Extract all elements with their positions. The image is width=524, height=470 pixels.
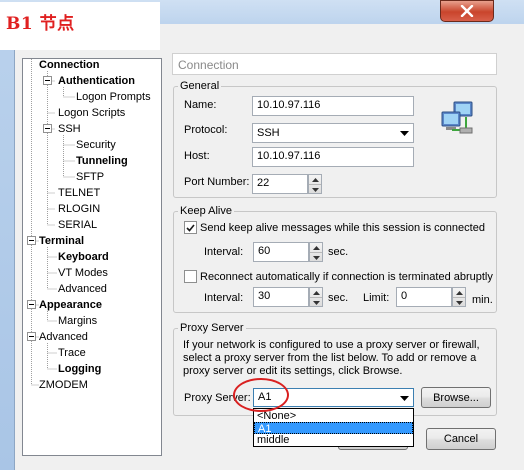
tree-item-keyboard[interactable]: Keyboard xyxy=(58,250,109,264)
tree-item-serial[interactable]: SERIAL xyxy=(58,218,97,232)
interval-spinner[interactable] xyxy=(309,242,323,262)
reconnect-interval-spinner[interactable] xyxy=(309,287,323,307)
tree-item-terminal[interactable]: Terminal xyxy=(39,234,84,248)
close-icon xyxy=(460,5,474,17)
tree-item-logging[interactable]: Logging xyxy=(58,362,101,376)
port-field[interactable]: 22 xyxy=(252,174,308,194)
interval-field[interactable]: 60 xyxy=(253,242,309,262)
tree-item-authentication[interactable]: Authentication xyxy=(58,74,135,88)
general-legend: General xyxy=(180,80,220,92)
tree-item-advanced[interactable]: Advanced xyxy=(39,330,88,344)
tree-item-tunneling[interactable]: Tunneling xyxy=(76,154,128,168)
spin-down-icon[interactable] xyxy=(310,253,322,262)
dropdown-option-none[interactable]: <None> xyxy=(254,410,413,422)
tree-item-ssh[interactable]: SSH xyxy=(58,122,81,136)
chevron-down-icon[interactable] xyxy=(397,390,412,406)
category-tree[interactable]: Connection Authentication Logon Prompts … xyxy=(22,58,162,456)
panel-title: Connection xyxy=(172,53,497,75)
reconnect-label: Reconnect automatically if connection is… xyxy=(200,271,493,283)
interval-label: Interval: xyxy=(204,246,244,258)
protocol-label: Protocol: xyxy=(184,124,228,136)
tree-item-logon-prompts[interactable]: Logon Prompts xyxy=(76,90,151,104)
tree-item-margins[interactable]: Margins xyxy=(58,314,97,328)
spin-down-icon[interactable] xyxy=(309,185,321,194)
send-keepalive-checkbox[interactable] xyxy=(184,221,197,234)
window-close-button[interactable] xyxy=(440,0,494,22)
tree-item-terminal-advanced[interactable]: Advanced xyxy=(58,282,107,296)
send-keepalive-label: Send keep alive messages while this sess… xyxy=(200,222,485,234)
host-label: Host: xyxy=(184,150,210,162)
dropdown-option-a1[interactable]: A1 xyxy=(254,422,413,435)
proxy-dropdown-list[interactable]: <None> A1 middle xyxy=(253,408,414,447)
spin-up-icon[interactable] xyxy=(310,288,322,298)
spin-up-icon[interactable] xyxy=(310,243,322,253)
tree-item-rlogin[interactable]: RLOGIN xyxy=(58,202,100,216)
spin-down-icon[interactable] xyxy=(310,298,322,307)
tree-item-vt-modes[interactable]: VT Modes xyxy=(58,266,108,280)
limit-unit: min. xyxy=(472,294,493,306)
port-spinner[interactable] xyxy=(308,174,322,194)
host-field[interactable]: 10.10.97.116 xyxy=(252,147,414,167)
proxy-description: If your network is configured to use a p… xyxy=(183,339,480,377)
tree-item-logon-scripts[interactable]: Logon Scripts xyxy=(58,106,125,120)
annotation-banner: B1 节点 xyxy=(0,2,160,50)
port-label: Port Number: xyxy=(184,176,250,188)
tree-item-appearance[interactable]: Appearance xyxy=(39,298,102,312)
interval-unit: sec. xyxy=(328,246,349,258)
tree-item-trace[interactable]: Trace xyxy=(58,346,86,360)
protocol-select[interactable]: SSH xyxy=(252,123,414,143)
banner-text: B1 节点 xyxy=(6,14,75,34)
limit-label: Limit: xyxy=(363,292,390,304)
chevron-down-icon[interactable] xyxy=(397,125,412,141)
keep-alive-legend: Keep Alive xyxy=(180,205,232,217)
spin-down-icon[interactable] xyxy=(453,298,465,307)
reconnect-interval-label: Interval: xyxy=(204,292,244,304)
name-field[interactable]: 10.10.97.116 xyxy=(252,96,414,116)
spin-up-icon[interactable] xyxy=(453,288,465,298)
reconnect-checkbox[interactable] xyxy=(184,270,197,283)
browse-button[interactable]: Browse... xyxy=(421,387,491,408)
tree-item-connection[interactable]: Connection xyxy=(39,59,100,72)
network-computers-icon xyxy=(441,101,473,134)
tree-item-zmodem[interactable]: ZMODEM xyxy=(39,378,88,392)
dropdown-option-middle[interactable]: middle xyxy=(254,434,413,446)
tree-item-security[interactable]: Security xyxy=(76,138,116,152)
tree-item-sftp[interactable]: SFTP xyxy=(76,170,104,184)
limit-field[interactable]: 0 xyxy=(396,287,452,307)
annotation-circle xyxy=(233,378,289,412)
name-label: Name: xyxy=(184,99,217,111)
tree-item-telnet[interactable]: TELNET xyxy=(58,186,100,200)
reconnect-interval-field[interactable]: 30 xyxy=(253,287,309,307)
reconnect-interval-unit: sec. xyxy=(328,292,349,304)
checkmark-icon xyxy=(186,223,195,232)
proxy-legend: Proxy Server xyxy=(180,322,244,334)
protocol-value: SSH xyxy=(257,127,280,139)
spin-up-icon[interactable] xyxy=(309,175,321,185)
limit-spinner[interactable] xyxy=(452,287,466,307)
cancel-button[interactable]: Cancel xyxy=(426,428,496,450)
